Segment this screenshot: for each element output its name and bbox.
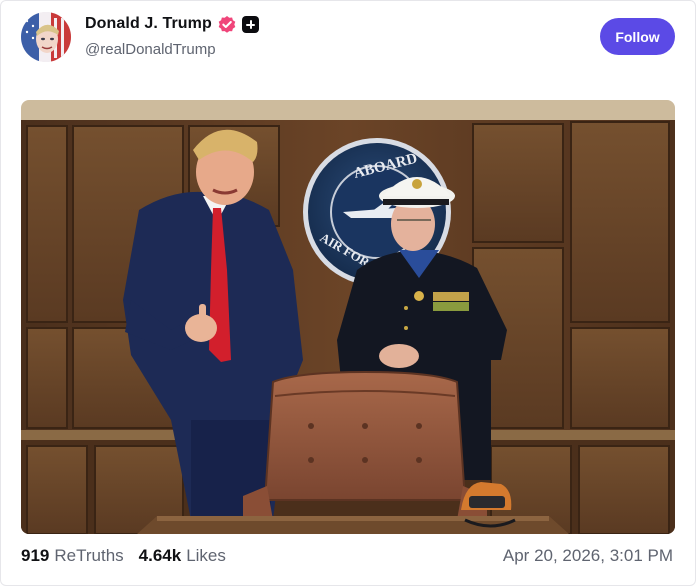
verified-badge-icon [218, 16, 236, 33]
post-timestamp[interactable]: Apr 20, 2026, 3:01 PM [503, 546, 673, 566]
likes-label[interactable]: Likes [186, 546, 226, 566]
post-stats: 919 ReTruths 4.64k Likes [21, 546, 226, 566]
avatar[interactable] [21, 12, 71, 62]
post-image[interactable]: ABOARD AIR FORCE [21, 100, 675, 534]
follow-button[interactable]: Follow [600, 18, 675, 55]
author-handle[interactable]: @realDonaldTrump [85, 41, 216, 58]
author-display-name[interactable]: Donald J. Trump [85, 15, 212, 33]
retruths-count[interactable]: 919 [21, 546, 49, 566]
plus-badge-icon [242, 16, 259, 33]
likes-count[interactable]: 4.64k [139, 546, 182, 566]
post-card: Donald J. Trump @realDonaldTrump Follow [0, 0, 696, 586]
retruths-label[interactable]: ReTruths [54, 546, 123, 566]
